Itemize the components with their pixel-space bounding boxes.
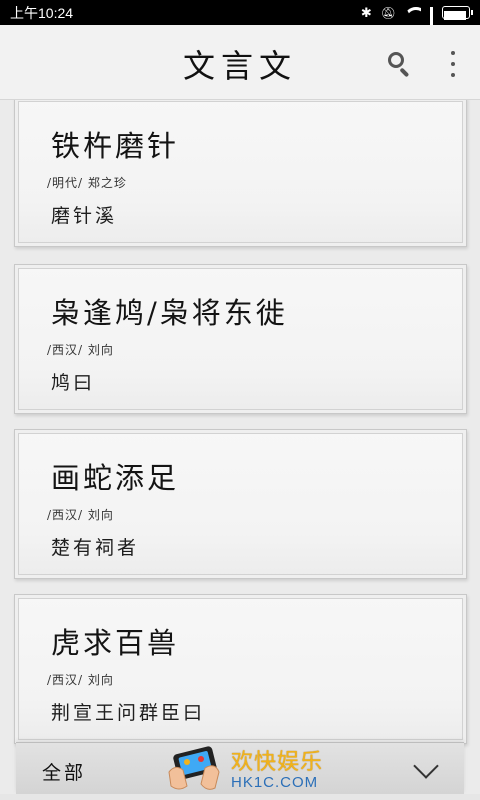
list-item[interactable]: 枭逢鸠/枭将东徙 /西汉/ 刘向 鸠曰	[14, 264, 467, 414]
list-item[interactable]: 画蛇添足 /西汉/ 刘向 楚有祠者	[14, 429, 467, 579]
search-button[interactable]	[384, 48, 414, 78]
article-first-line: 楚有祠者	[51, 537, 140, 559]
app-header: 文言文	[0, 25, 480, 100]
mute-icon: 🔕︎	[380, 5, 396, 20]
article-first-line: 荆宣王问群臣曰	[51, 702, 206, 724]
status-bar: 上午10:24 ✱ 🔕︎	[0, 0, 480, 43]
wifi-icon	[405, 7, 421, 19]
filter-label: 全部	[42, 762, 87, 784]
article-first-line: 磨针溪	[51, 205, 118, 227]
watermark-url: HK1C.COM	[231, 774, 319, 791]
bluetooth-icon: ✱	[360, 5, 372, 20]
article-meta: /西汉/ 刘向	[47, 508, 114, 522]
watermark-text: 欢快娱乐	[231, 750, 324, 775]
chevron-down-icon[interactable]	[413, 753, 439, 779]
article-title: 铁杵磨针	[51, 129, 180, 163]
article-list[interactable]: 铁杵磨针 /明代/ 郑之珍 磨针溪 枭逢鸠/枭将东徙 /西汉/ 刘向 鸠曰 画蛇…	[0, 100, 480, 800]
more-vert-icon[interactable]	[443, 47, 463, 81]
article-title: 虎求百兽	[51, 626, 180, 660]
list-item[interactable]: 虎求百兽 /西汉/ 刘向 荆宣王问群臣曰	[14, 594, 467, 744]
article-first-line: 鸠曰	[51, 372, 96, 394]
status-icons: ✱ 🔕︎	[360, 5, 473, 43]
gamepad-hand-icon	[168, 746, 220, 790]
status-time: 上午10:24	[10, 4, 74, 21]
article-meta: /西汉/ 刘向	[47, 343, 114, 357]
article-title: 画蛇添足	[51, 461, 180, 495]
article-meta: /西汉/ 刘向	[47, 673, 114, 687]
battery-icon	[442, 6, 473, 20]
article-meta: /明代/ 郑之珍	[47, 176, 127, 190]
watermark-logo: 欢快娱乐 HK1C.COM	[165, 740, 335, 798]
signal-icon	[430, 6, 433, 43]
article-title: 枭逢鸠/枭将东徙	[51, 296, 288, 330]
list-item[interactable]: 铁杵磨针 /明代/ 郑之珍 磨针溪	[14, 100, 467, 247]
